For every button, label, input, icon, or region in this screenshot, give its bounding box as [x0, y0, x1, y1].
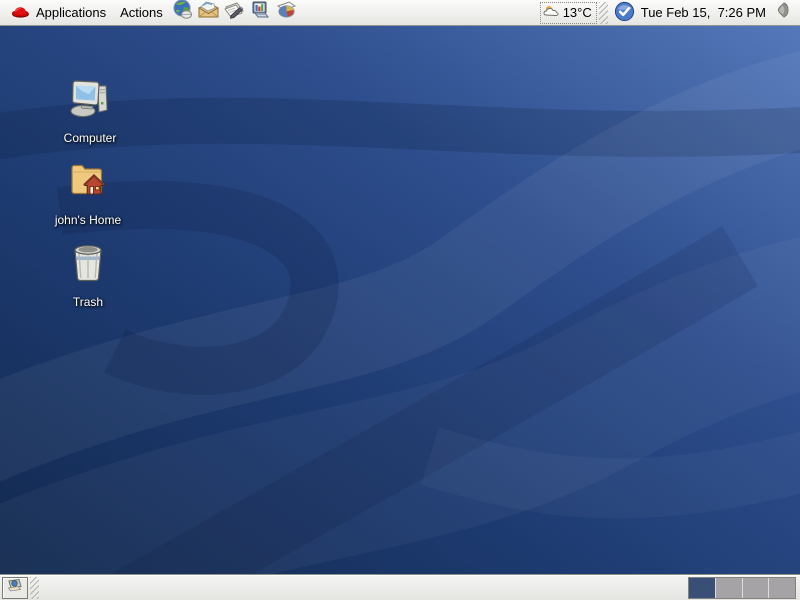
trash-icon: [46, 240, 130, 289]
redhat-icon: [11, 4, 30, 22]
workspace-3[interactable]: [742, 578, 769, 598]
clock-applet[interactable]: Tue Feb 15, 7:26 PM: [610, 1, 770, 25]
bottom-panel: [0, 574, 800, 600]
weather-cloud-icon: [543, 4, 561, 21]
actions-menu[interactable]: Actions: [113, 1, 170, 25]
word-processor-icon: [223, 0, 246, 26]
speaker-icon: [774, 1, 792, 24]
weather-applet[interactable]: 13°C: [540, 2, 597, 24]
panel-drag-handle[interactable]: [30, 577, 39, 599]
desktop-icon-home[interactable]: john's Home: [46, 158, 130, 229]
workspace-switcher: [688, 577, 796, 599]
top-panel: Applications Actions: [0, 0, 800, 26]
home-folder-icon: [46, 158, 130, 207]
actions-menu-label: Actions: [120, 5, 163, 20]
email-launcher[interactable]: [196, 1, 222, 25]
spreadsheet-launcher[interactable]: [274, 1, 300, 25]
desktop-icon-label: Trash: [73, 295, 103, 309]
desktop-icon-computer[interactable]: Computer: [48, 76, 132, 147]
desktop-icon-trash[interactable]: Trash: [46, 240, 130, 311]
show-desktop-button[interactable]: [2, 577, 28, 599]
desktop-icon-label: Computer: [64, 131, 117, 145]
presentation-icon: [249, 0, 272, 26]
applications-menu-label: Applications: [36, 5, 106, 20]
web-browser-icon: [172, 0, 194, 26]
applet-drag-handle[interactable]: [599, 2, 608, 24]
alert-notification-icon: [614, 1, 635, 25]
word-processor-launcher[interactable]: [222, 1, 248, 25]
applications-menu[interactable]: Applications: [4, 1, 113, 25]
workspace-4[interactable]: [768, 578, 795, 598]
email-icon: [197, 0, 220, 26]
volume-applet[interactable]: [770, 1, 796, 25]
desktop-icon-label: john's Home: [55, 213, 121, 227]
weather-temp: 13°C: [563, 5, 592, 20]
workspace-1[interactable]: [689, 578, 715, 598]
clock-text: Tue Feb 15, 7:26 PM: [641, 5, 766, 20]
spreadsheet-icon: [275, 0, 298, 26]
computer-icon: [48, 76, 132, 125]
desktop[interactable]: Computer john's Home Trash: [0, 26, 800, 574]
presentation-launcher[interactable]: [248, 1, 274, 25]
show-desktop-icon: [6, 577, 24, 598]
workspace-2[interactable]: [715, 578, 742, 598]
web-browser-launcher[interactable]: [170, 1, 196, 25]
